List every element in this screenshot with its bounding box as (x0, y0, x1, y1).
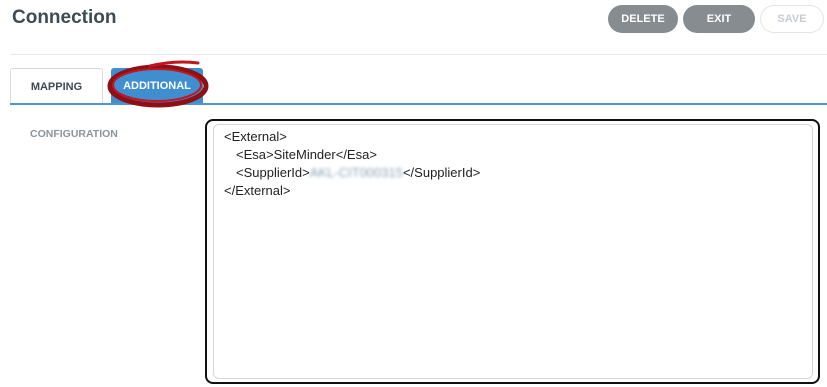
tab-additional[interactable]: ADDITIONAL (111, 68, 203, 104)
page-title: Connection (12, 7, 117, 28)
tab-mapping[interactable]: MAPPING (10, 68, 103, 104)
header-divider (10, 54, 827, 55)
supplier-id-close-tag: </SupplierId> (402, 165, 481, 180)
exit-button[interactable]: EXIT (683, 5, 755, 33)
code-line: <SupplierId>AKL-CIT000315</SupplierId> (224, 164, 802, 182)
code-line: <Esa>SiteMinder</Esa> (224, 146, 802, 164)
save-button[interactable]: SAVE (760, 5, 824, 33)
code-line: <External> (224, 129, 287, 144)
code-line: </External> (224, 183, 291, 198)
tab-underline (10, 103, 827, 105)
configuration-textarea[interactable]: <External> <Esa>SiteMinder</Esa> <Suppli… (213, 124, 813, 379)
delete-button[interactable]: DELETE (608, 5, 678, 33)
esa-element: <Esa>SiteMinder</Esa> (236, 147, 377, 162)
supplier-id-open-tag: <SupplierId> (236, 165, 310, 180)
configuration-label: CONFIGURATION (30, 128, 118, 140)
supplier-id-value: AKL-CIT000315 (309, 165, 403, 180)
